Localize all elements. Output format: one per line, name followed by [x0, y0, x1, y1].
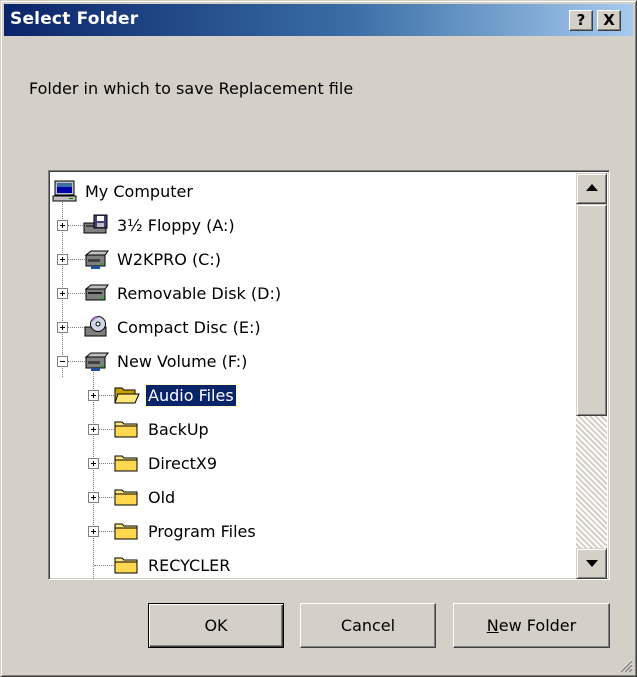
title-bar[interactable]: Select Folder ? X: [4, 4, 633, 36]
scroll-down-button[interactable]: [576, 548, 607, 579]
folder-icon: [114, 455, 138, 472]
dialog-title: Select Folder: [10, 9, 139, 29]
tree-item-label: 3½ Floppy (A:): [117, 216, 235, 235]
tree-item-old[interactable]: Old: [51, 481, 576, 515]
floppy-drive-icon: [83, 214, 108, 234]
tree-item-label: DirectX9: [148, 454, 218, 473]
expand-icon[interactable]: [57, 322, 68, 333]
tree-item-label: W2KPRO (C:): [117, 250, 221, 269]
arrow-down-icon: [586, 560, 598, 567]
tree-item-removable-disk[interactable]: Removable Disk (D:): [51, 277, 576, 311]
help-button[interactable]: ?: [569, 10, 593, 31]
expand-icon[interactable]: [88, 424, 99, 435]
tree-item-recycler[interactable]: RECYCLER: [51, 549, 576, 579]
tree-item-audio-files[interactable]: Audio Files: [51, 379, 576, 413]
folder-tree[interactable]: My Computer 3½ Floppy (A:) W2KPRO (C:) R…: [48, 170, 610, 580]
folder-tree-content: My Computer 3½ Floppy (A:) W2KPRO (C:) R…: [51, 173, 576, 579]
tree-item-label: Program Files: [148, 522, 256, 541]
expand-icon[interactable]: [88, 390, 99, 401]
prompt-text: Folder in which to save Replacement file: [29, 79, 354, 98]
expand-icon[interactable]: [57, 254, 68, 265]
tree-item-my-computer[interactable]: My Computer: [51, 175, 576, 209]
folder-icon: [114, 421, 138, 438]
close-button[interactable]: X: [597, 10, 621, 31]
scrollbar-thumb[interactable]: [576, 204, 607, 416]
vertical-scrollbar[interactable]: [576, 173, 607, 579]
tree-item-w2kpro[interactable]: W2KPRO (C:): [51, 243, 576, 277]
removable-drive-icon: [84, 284, 109, 301]
cd-drive-icon: [84, 316, 107, 337]
arrow-up-icon: [586, 184, 598, 191]
tree-item-directx9[interactable]: DirectX9: [51, 447, 576, 481]
folder-icon: [114, 523, 138, 540]
new-folder-mnemonic: N: [486, 616, 499, 635]
tree-item-label: Removable Disk (D:): [117, 284, 282, 303]
expand-icon[interactable]: [88, 526, 99, 537]
tree-item-label: Old: [148, 488, 176, 507]
hard-drive-icon: [84, 352, 109, 371]
folder-icon: [114, 557, 138, 574]
folder-icon: [114, 489, 138, 506]
tree-item-compact-disc[interactable]: Compact Disc (E:): [51, 311, 576, 345]
tree-item-backup[interactable]: BackUp: [51, 413, 576, 447]
tree-item-label: My Computer: [85, 182, 193, 201]
tree-item-floppy[interactable]: 3½ Floppy (A:): [51, 209, 576, 243]
tree-item-label: Compact Disc (E:): [117, 318, 261, 337]
tree-item-label: RECYCLER: [148, 556, 231, 575]
tree-item-program-files[interactable]: Program Files: [51, 515, 576, 549]
expand-icon[interactable]: [57, 220, 68, 231]
select-folder-dialog: Select Folder ? X Folder in which to sav…: [0, 0, 637, 677]
new-folder-label: ew Folder: [498, 616, 577, 635]
tree-item-label: Audio Files: [145, 384, 237, 407]
open-folder-icon: [114, 387, 140, 404]
new-folder-button[interactable]: New Folder: [453, 603, 610, 648]
computer-icon: [52, 180, 77, 202]
tree-item-label: BackUp: [148, 420, 209, 439]
scroll-up-button[interactable]: [576, 173, 607, 204]
ok-button[interactable]: OK: [148, 603, 284, 648]
collapse-icon[interactable]: [57, 356, 68, 367]
tree-item-new-volume[interactable]: New Volume (F:): [51, 345, 576, 379]
hard-drive-icon: [84, 250, 109, 269]
resize-grip-icon[interactable]: [617, 657, 633, 673]
expand-icon[interactable]: [88, 458, 99, 469]
tree-item-label: New Volume (F:): [117, 352, 248, 371]
expand-icon[interactable]: [88, 492, 99, 503]
expand-icon[interactable]: [57, 288, 68, 299]
cancel-button[interactable]: Cancel: [300, 603, 436, 648]
